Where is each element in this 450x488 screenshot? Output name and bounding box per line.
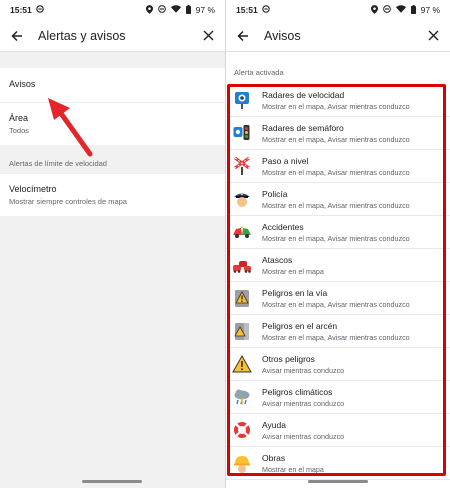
item-subtitle: Mostrar en el mapa, Avisar mientras cond… (262, 332, 410, 342)
item-subtitle: Mostrar en el mapa (262, 266, 324, 276)
alert-item-accidentes[interactable]: Accidentes Mostrar en el mapa, Avisar mi… (226, 216, 450, 249)
item-title: Obras (262, 452, 286, 463)
alert-item-peligros-climaticos[interactable]: Peligros climáticos Avisar mientras cond… (226, 381, 450, 414)
do-not-disturb-icon (35, 5, 44, 15)
setting-area[interactable]: Área Todos (0, 103, 225, 145)
alert-item-obras[interactable]: Obras Mostrar en el mapa (226, 447, 450, 480)
setting-velocimetro[interactable]: Velocímetro Mostrar siempre controles de… (0, 174, 225, 216)
dnd-icon (157, 5, 166, 15)
do-not-disturb-icon (261, 5, 270, 15)
item-subtitle: Mostrar en el mapa (262, 464, 324, 474)
alert-item-peligros-via[interactable]: Peligros en la vía Mostrar en el mapa, A… (226, 282, 450, 315)
setting-avisos[interactable]: Avisos (0, 68, 225, 102)
construction-icon (234, 456, 250, 473)
item-subtitle: Avisar mientras conduzco (262, 365, 345, 375)
alert-list: Radares de velocidad Mostrar en el mapa,… (226, 84, 450, 480)
wifi-icon (395, 5, 406, 15)
item-title: Atascos (262, 254, 293, 265)
section-label: Alertas de límite de velocidad (9, 159, 107, 168)
setting-subtitle: Mostrar siempre controles de mapa (9, 197, 127, 206)
status-time: 15:51 (10, 5, 32, 15)
item-subtitle: Mostrar en el mapa, Avisar mientras cond… (262, 101, 410, 111)
page-title: Avisos (264, 28, 301, 43)
alert-item-ayuda[interactable]: Ayuda Avisar mientras conduzco (226, 414, 450, 447)
app-bar: Avisos (226, 20, 450, 52)
speed-camera-icon (235, 92, 249, 109)
settings-list: Avisos Área Todos Alertas de límite de v… (0, 68, 225, 488)
warning-icon (232, 354, 252, 373)
close-icon[interactable] (424, 27, 442, 45)
item-title: Radares de velocidad (262, 89, 345, 100)
item-subtitle: Avisar mientras conduzco (262, 398, 345, 408)
help-lifebuoy-icon (234, 422, 250, 438)
dnd-icon (382, 5, 391, 15)
item-title: Radares de semáforo (262, 122, 344, 133)
nav-handle[interactable] (308, 480, 368, 483)
alert-item-peligros-arcen[interactable]: Peligros en el arcén Mostrar en el mapa,… (226, 315, 450, 348)
alert-item-otros-peligros[interactable]: Otros peligros Avisar mientras conduzco (226, 348, 450, 381)
red-pointer-arrow-icon (48, 98, 93, 157)
railway-crossing-icon (234, 156, 250, 175)
item-title: Otros peligros (262, 353, 315, 364)
back-arrow-icon[interactable] (8, 27, 26, 45)
item-subtitle: Mostrar en el mapa, Avisar mientras cond… (262, 200, 410, 210)
alert-item-radares-velocidad[interactable]: Radares de velocidad Mostrar en el mapa,… (226, 84, 450, 117)
battery-percent: 97 % (195, 5, 215, 15)
setting-title: Velocímetro (9, 184, 57, 194)
status-time: 15:51 (236, 5, 258, 15)
item-subtitle: Avisar mientras conduzco (262, 431, 345, 441)
item-title: Peligros climáticos (262, 386, 333, 397)
alert-item-paso-nivel[interactable]: Paso a nivel Mostrar en el mapa, Avisar … (226, 150, 450, 183)
close-icon[interactable] (199, 27, 217, 45)
battery-icon (410, 4, 416, 16)
police-icon (234, 192, 250, 207)
traffic-jam-icon (233, 261, 251, 273)
item-title: Policía (262, 188, 288, 199)
battery-icon (185, 4, 191, 16)
road-hazard-icon (235, 290, 249, 307)
app-bar: Alertas y avisos (0, 20, 225, 52)
item-title: Peligros en el arcén (262, 320, 338, 331)
item-subtitle: Mostrar en el mapa, Avisar mientras cond… (262, 134, 410, 144)
item-subtitle: Mostrar en el mapa, Avisar mientras cond… (262, 167, 410, 177)
item-title: Ayuda (262, 419, 286, 430)
page-title: Alertas y avisos (38, 28, 126, 43)
shoulder-hazard-icon (234, 323, 249, 340)
left-screen: 15:51 97 % Alertas y avisos Avisos Área … (0, 0, 225, 488)
alert-item-atascos[interactable]: Atascos Mostrar en el mapa (226, 249, 450, 282)
item-subtitle: Mostrar en el mapa, Avisar mientras cond… (262, 299, 410, 309)
status-bar: 15:51 97 % (226, 0, 450, 20)
section-label: Alerta activada (234, 68, 284, 77)
location-icon (370, 4, 378, 16)
traffic-light-camera-icon (233, 125, 250, 140)
weather-icon (234, 389, 250, 406)
status-bar: 15:51 97 % (0, 0, 225, 20)
battery-percent: 97 % (420, 5, 440, 15)
location-icon (145, 4, 153, 16)
item-title: Paso a nivel (262, 155, 309, 166)
back-arrow-icon[interactable] (234, 27, 252, 45)
setting-title: Avisos (9, 79, 36, 89)
nav-handle[interactable] (82, 480, 142, 483)
accident-icon (233, 225, 251, 238)
item-subtitle: Mostrar en el mapa, Avisar mientras cond… (262, 233, 410, 243)
item-title: Accidentes (262, 221, 304, 232)
right-screen: 15:51 97 % Avisos Alerta activada Radare… (226, 0, 450, 488)
item-title: Peligros en la vía (262, 287, 328, 298)
alert-item-policia[interactable]: Policía Mostrar en el mapa, Avisar mient… (226, 183, 450, 216)
wifi-icon (170, 5, 181, 15)
alert-item-radares-semaforo[interactable]: Radares de semáforo Mostrar en el mapa, … (226, 117, 450, 150)
